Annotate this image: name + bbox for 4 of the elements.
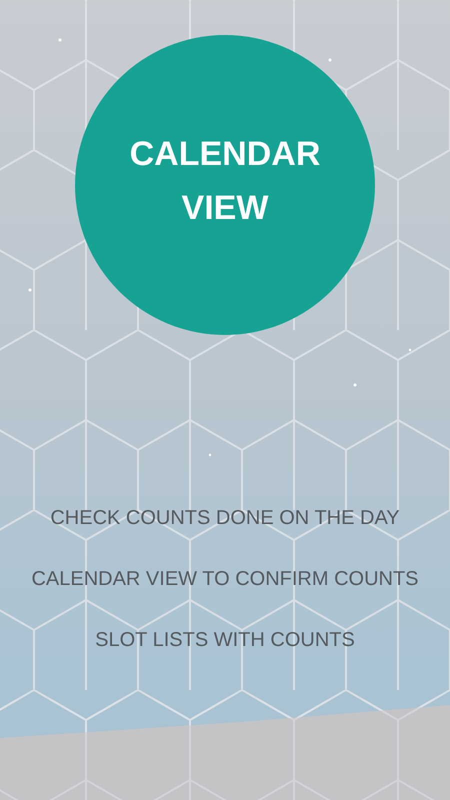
- feature-text: SLOT LISTS WITH COUNTS: [95, 629, 355, 652]
- feature-text: CALENDAR VIEW TO CONFIRM COUNTS: [31, 568, 419, 591]
- title: CALENDAR VIEW: [128, 134, 322, 229]
- feature-text: CHECK COUNTS DONE ON THE DAY: [50, 507, 400, 530]
